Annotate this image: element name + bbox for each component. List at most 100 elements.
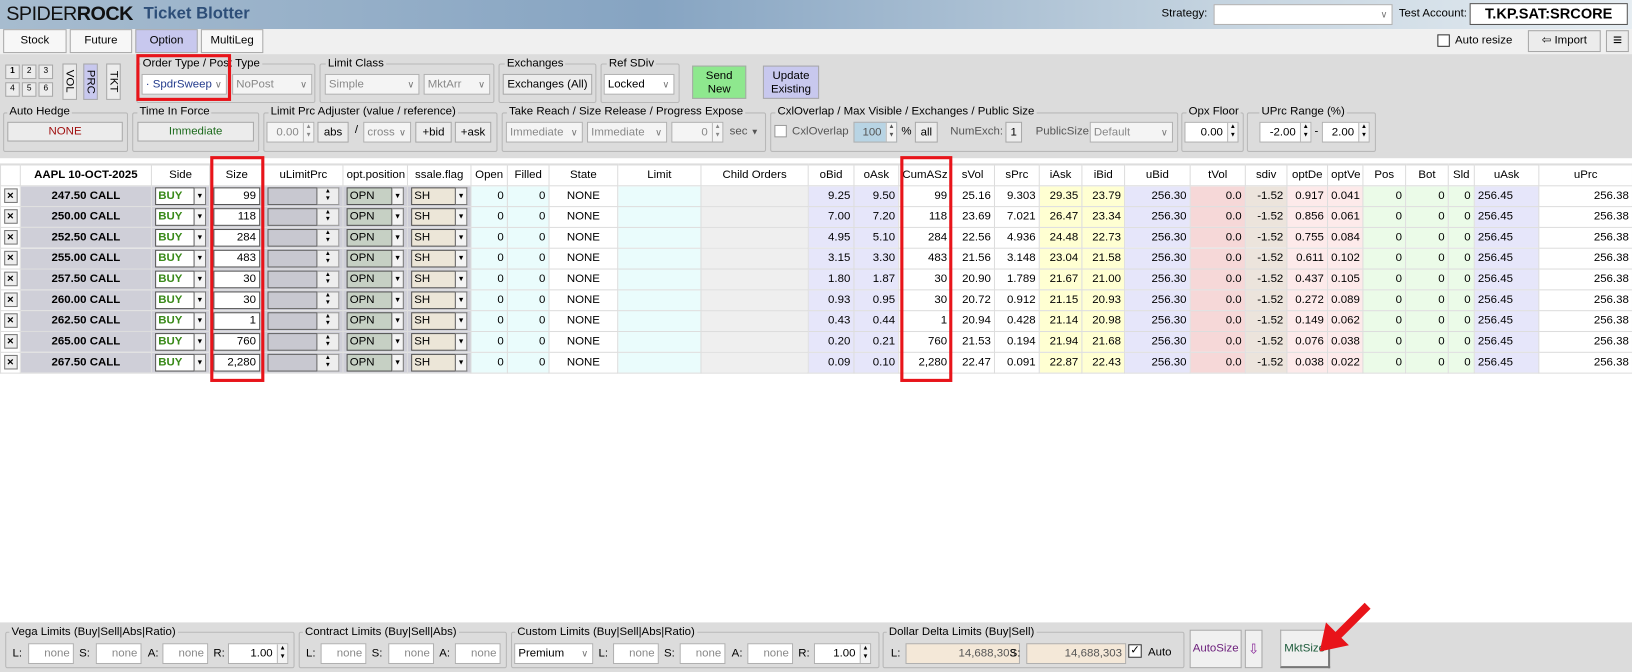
delete-row-icon[interactable]: × xyxy=(3,313,18,328)
size-release-select[interactable]: Immediate ∨ xyxy=(587,121,668,143)
tab-future[interactable]: Future xyxy=(69,29,133,54)
preset-2-button[interactable]: 2 xyxy=(21,64,37,80)
ulimitprc-input[interactable]: ▲ ▼ xyxy=(267,290,340,309)
delete-row-icon[interactable]: × xyxy=(3,209,18,224)
column-header-tvol[interactable]: tVol xyxy=(1189,163,1246,186)
column-header-delete[interactable] xyxy=(0,163,21,186)
contract-buy-limit-input[interactable]: none xyxy=(320,643,367,665)
auto-resize-checkbox[interactable] xyxy=(1437,34,1450,47)
uprc-range-high[interactable]: 2.00 ▲ ▼ xyxy=(1321,121,1370,143)
dollar-delta-sell-input[interactable]: 14,688,303 xyxy=(1026,643,1127,665)
auto-checkbox[interactable]: ✓ xyxy=(1128,644,1142,658)
column-header-iask[interactable]: iAsk xyxy=(1038,163,1083,186)
column-header-bot[interactable]: Bot xyxy=(1405,163,1449,186)
preset-5-button[interactable]: 5 xyxy=(21,82,37,97)
column-header-side[interactable]: Side xyxy=(150,163,211,186)
uprc-range-low[interactable]: -2.00 ▲ ▼ xyxy=(1259,121,1312,143)
column-header-child[interactable]: Child Orders xyxy=(700,163,809,186)
vega-ratio-input[interactable]: 1.00 ▲ ▼ xyxy=(227,643,289,665)
delete-row-icon[interactable]: × xyxy=(3,230,18,245)
column-header-uask[interactable]: uAsk xyxy=(1473,163,1540,186)
cxl-overlap-checkbox[interactable] xyxy=(774,124,787,138)
preset-3-button[interactable]: 3 xyxy=(38,64,54,80)
import-button[interactable]: ⇦ Import xyxy=(1527,30,1601,53)
column-header-p[interactable]: Pos xyxy=(1362,163,1407,186)
ulimitprc-input[interactable]: ▲ ▼ xyxy=(267,207,340,226)
ssale-flag-select[interactable]: SH ▼ xyxy=(411,270,468,288)
mode-vol-button[interactable]: VOL xyxy=(62,63,78,100)
take-reach-select[interactable]: Immediate ∨ xyxy=(505,121,583,143)
spinner-icon[interactable]: ▲ ▼ xyxy=(317,290,340,309)
custom-buy-limit-input[interactable]: none xyxy=(613,643,659,665)
column-header-oask[interactable]: oAsk xyxy=(853,163,900,186)
table-row[interactable]: × 252.50 CALL BUY ▼ 284 ▲ ▼ OPN ▼ SH ▼ 0 0 NONE 4.95 5.… xyxy=(0,226,1632,249)
table-row[interactable]: × 250.00 CALL BUY ▼ 118 ▲ ▼ OPN ▼ SH ▼ 0 0 NONE 7.00 7.… xyxy=(0,205,1632,228)
table-row[interactable]: × 257.50 CALL BUY ▼ 30 ▲ ▼ OPN ▼ SH ▼ 0 0 NONE 1.80 1.8… xyxy=(0,268,1632,290)
vega-abs-limit-input[interactable]: none xyxy=(162,643,209,665)
spinner-icon[interactable]: ▲ ▼ xyxy=(317,311,340,330)
preset-1-button[interactable]: 1 xyxy=(5,64,20,80)
ref-sdiv-select[interactable]: Locked ∨ xyxy=(603,73,675,95)
delete-row-icon[interactable]: × xyxy=(3,354,18,370)
column-header-open[interactable]: Open xyxy=(470,163,508,186)
vega-sell-limit-input[interactable]: none xyxy=(95,643,142,665)
limit-class-select[interactable]: Simple ∨ xyxy=(324,73,420,95)
arrow-down-icon[interactable]: ⇩ xyxy=(1244,629,1263,669)
column-header-sld[interactable]: Sld xyxy=(1447,163,1475,186)
strategy-select[interactable]: ∨ xyxy=(1213,4,1393,25)
custom-abs-limit-input[interactable]: none xyxy=(747,643,794,665)
side-select[interactable]: BUY ▼ xyxy=(155,353,207,372)
ssale-flag-select[interactable]: SH ▼ xyxy=(411,207,468,226)
dollar-delta-buy-input[interactable]: 14,688,303 xyxy=(905,643,1020,665)
table-row[interactable]: × 260.00 CALL BUY ▼ 30 ▲ ▼ OPN ▼ SH ▼ 0 0 NONE 0.93 0.9… xyxy=(0,288,1632,311)
side-select[interactable]: BUY ▼ xyxy=(155,290,207,309)
spinner-icon[interactable]: ▲ ▼ xyxy=(885,122,897,142)
plus-bid-button[interactable]: +bid xyxy=(415,121,452,143)
opt-position-select[interactable]: OPN ▼ xyxy=(346,353,404,372)
sec-unit-select[interactable]: sec ▼ xyxy=(730,125,759,137)
size-input[interactable]: 99 xyxy=(213,186,261,205)
opt-position-select[interactable]: OPN ▼ xyxy=(346,332,404,351)
side-select[interactable]: BUY ▼ xyxy=(155,249,207,267)
custom-sell-limit-input[interactable]: none xyxy=(679,643,726,665)
column-header-ulim[interactable]: uLimitPrc xyxy=(263,163,344,186)
delete-row-icon[interactable]: × xyxy=(3,271,18,287)
order-type-select[interactable]: · SpdrSweep ∨ xyxy=(141,73,227,95)
opt-position-select[interactable]: OPN ▼ xyxy=(346,270,404,288)
column-header-svol[interactable]: sVol xyxy=(950,163,996,186)
size-input[interactable]: 284 xyxy=(213,228,261,247)
spinner-icon[interactable]: ▲ ▼ xyxy=(317,353,340,372)
column-header-limit[interactable]: Limit xyxy=(617,163,702,186)
mode-tkt-button[interactable]: TKT xyxy=(106,63,121,100)
opt-position-select[interactable]: OPN ▼ xyxy=(346,290,404,309)
spinner-icon[interactable]: ▲ ▼ xyxy=(317,270,340,288)
column-header-cum[interactable]: CumASz xyxy=(898,163,952,186)
post-type-select[interactable]: NoPost ∨ xyxy=(232,73,313,95)
side-select[interactable]: BUY ▼ xyxy=(155,186,207,205)
ulimitprc-input[interactable]: ▲ ▼ xyxy=(267,228,340,247)
public-size-select[interactable]: Default ∨ xyxy=(1089,121,1173,143)
ssale-flag-select[interactable]: SH ▼ xyxy=(411,228,468,247)
size-input[interactable]: 30 xyxy=(213,290,261,309)
ulimitprc-input[interactable]: ▲ ▼ xyxy=(267,249,340,267)
spinner-icon[interactable]: ▲ ▼ xyxy=(317,207,340,226)
side-select[interactable]: BUY ▼ xyxy=(155,228,207,247)
column-header-ibid[interactable]: iBid xyxy=(1081,163,1126,186)
ssale-flag-select[interactable]: SH ▼ xyxy=(411,249,468,267)
ssale-flag-select[interactable]: SH ▼ xyxy=(411,186,468,205)
size-input[interactable]: 760 xyxy=(213,332,261,351)
vega-buy-limit-input[interactable]: none xyxy=(28,643,74,665)
spinner-icon[interactable]: ▲ ▼ xyxy=(859,644,871,663)
table-row[interactable]: × 255.00 CALL BUY ▼ 483 ▲ ▼ OPN ▼ SH ▼ 0 0 NONE 3.15 3.… xyxy=(0,247,1632,270)
ulimitprc-input[interactable]: ▲ ▼ xyxy=(267,332,340,351)
column-header-pos[interactable]: opt.position xyxy=(342,163,408,186)
opt-position-select[interactable]: OPN ▼ xyxy=(346,249,404,267)
mode-prc-button[interactable]: PRC xyxy=(83,63,98,100)
size-input[interactable]: 118 xyxy=(213,207,261,226)
delete-row-icon[interactable]: × xyxy=(3,250,18,266)
custom-limit-type-select[interactable]: Premium ∨ xyxy=(514,643,594,665)
column-header-ubid[interactable]: uBid xyxy=(1124,163,1191,186)
send-new-button[interactable]: Send New xyxy=(692,65,747,99)
column-header-optve[interactable]: optVe xyxy=(1327,163,1364,186)
contract-abs-limit-input[interactable]: none xyxy=(454,643,501,665)
